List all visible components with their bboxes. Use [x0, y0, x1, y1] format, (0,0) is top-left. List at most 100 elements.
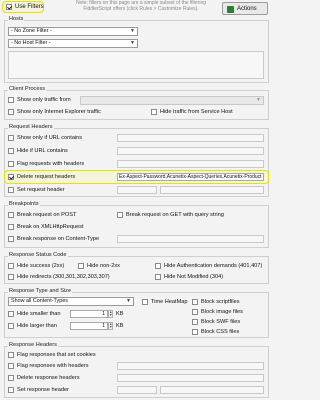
break-xmlhttp-label: Break on XMLHttpRequest: [17, 223, 84, 230]
filters-note-text: Note: filters on this page are a simple …: [75, 0, 207, 12]
flag-requests-headers-label: Flag requests with headers: [17, 160, 85, 167]
response-status-title: Response Status Code: [8, 252, 68, 258]
set-request-header-value[interactable]: [160, 186, 264, 194]
block-css-label: Block CSS files: [201, 328, 240, 335]
show-only-traffic-from-checkbox[interactable]: [8, 97, 14, 103]
hide-larger-unit: KB: [116, 322, 124, 329]
delete-resp-headers-checkbox[interactable]: [8, 375, 14, 381]
hosts-list-textbox[interactable]: [8, 51, 264, 79]
hide-larger-spinner[interactable]: ▲ ▼: [108, 322, 113, 330]
delete-request-headers-checkbox[interactable]: [8, 174, 14, 180]
hide-smaller-value: 1: [102, 311, 105, 317]
hide-service-host-label: Hide traffic from Service Host: [160, 108, 233, 115]
hide-redirects-label: Hide redirects (300,301,302,303,307): [17, 273, 110, 280]
set-resp-header-name[interactable]: [117, 386, 157, 394]
show-only-traffic-from-label: Show only traffic from: [17, 96, 71, 103]
hide-not-modified-label: Hide Not Modified (304): [164, 273, 224, 280]
host-filter-value: - No Host Filter -: [11, 40, 51, 46]
request-headers-title: Request Headers: [8, 124, 54, 130]
hide-larger-checkbox[interactable]: [8, 323, 14, 329]
chevron-down-icon: ▼: [126, 298, 131, 304]
hide-redirects-checkbox[interactable]: [8, 274, 14, 280]
hide-service-host-checkbox[interactable]: [151, 109, 157, 115]
host-filter-select[interactable]: - No Host Filter - ▼: [8, 39, 138, 48]
flag-resp-headers-checkbox[interactable]: [8, 363, 14, 369]
delete-request-headers-value: Ex-Aspect-Password,Acunetix-Aspect-Queri…: [119, 174, 262, 180]
flag-resp-headers-label: Flag responses with headers: [17, 362, 89, 369]
hide-not-modified-checkbox[interactable]: [155, 274, 161, 280]
break-post-label: Break request on POST: [17, 211, 77, 218]
actions-icon: [227, 5, 234, 13]
flag-resp-headers-textbox[interactable]: [117, 362, 264, 370]
use-filters-checkbox[interactable]: [6, 4, 12, 10]
show-only-ie-checkbox[interactable]: [8, 109, 14, 115]
delete-resp-headers-label: Delete response headers: [17, 374, 80, 381]
hide-success-label: Hide success (2xx): [17, 262, 65, 269]
use-filters-label: Use Filters: [15, 3, 44, 10]
content-types-value: Show all Content-Types: [11, 298, 68, 304]
filters-note: Note: filters on this page are a simple …: [66, 0, 216, 12]
block-script-label: Block scriptfiles: [201, 298, 240, 305]
hide-auth-demands-checkbox[interactable]: [155, 263, 161, 269]
content-types-select[interactable]: Show all Content-Types ▼: [8, 297, 134, 306]
block-css-checkbox[interactable]: [192, 329, 198, 335]
chevron-down-icon: ▼: [256, 97, 261, 103]
delete-resp-headers-textbox[interactable]: [117, 374, 264, 382]
hide-auth-demands-label: Hide Authentication demands (401,407): [164, 262, 263, 269]
break-get-query-checkbox[interactable]: [117, 212, 123, 218]
break-post-checkbox[interactable]: [8, 212, 14, 218]
actions-label: Actions: [237, 5, 257, 12]
block-script-checkbox[interactable]: [192, 299, 198, 305]
hide-if-url-contains-label: Hide if URL contains: [17, 147, 68, 154]
block-swf-label: Block SWF files: [201, 318, 241, 325]
block-image-label: Block image files: [201, 308, 243, 315]
actions-button[interactable]: Actions: [222, 2, 268, 15]
hide-larger-input[interactable]: 1: [70, 322, 108, 330]
response-headers-title: Response Headers: [8, 342, 58, 348]
hide-smaller-checkbox[interactable]: [8, 311, 14, 317]
break-content-type-label: Break response on Content-Type: [17, 235, 100, 242]
hide-smaller-unit: KB: [116, 310, 124, 317]
show-if-url-contains-label: Show only if URL contains: [17, 134, 83, 141]
response-type-title: Response Type and Size: [8, 288, 73, 294]
set-request-header-label: Set request header: [17, 186, 65, 193]
hide-smaller-input[interactable]: 1: [70, 310, 108, 318]
block-swf-checkbox[interactable]: [192, 319, 198, 325]
flag-set-cookies-label: Flag responses that set cookies: [17, 351, 96, 358]
flag-set-cookies-checkbox[interactable]: [8, 352, 14, 358]
hide-larger-value: 1: [102, 323, 105, 329]
set-resp-header-label: Set response header: [17, 386, 69, 393]
process-select[interactable]: ▼: [80, 96, 264, 105]
time-heatmap-label: Time HeatMap: [151, 298, 188, 305]
time-heatmap-checkbox[interactable]: [142, 299, 148, 305]
set-request-header-name[interactable]: [117, 186, 157, 194]
flag-requests-textbox[interactable]: [117, 160, 264, 168]
show-if-url-contains-checkbox[interactable]: [8, 135, 14, 141]
hide-smaller-label: Hide smaller than: [17, 310, 61, 317]
hide-non-2xx-checkbox[interactable]: [78, 263, 84, 269]
hide-non-2xx-label: Hide non-2xx: [87, 262, 120, 269]
hosts-group-title: Hosts: [8, 16, 25, 22]
zone-filter-value: - No Zone Filter -: [11, 28, 52, 34]
hide-smaller-spinner[interactable]: ▲ ▼: [108, 310, 113, 318]
hide-url-textbox[interactable]: [117, 147, 264, 155]
set-request-header-checkbox[interactable]: [8, 187, 14, 193]
break-content-type-checkbox[interactable]: [8, 236, 14, 242]
hide-larger-label: Hide larger than: [17, 322, 57, 329]
client-process-title: Client Process: [8, 86, 47, 92]
breakpoints-title: Breakpoints: [8, 201, 40, 207]
flag-requests-headers-checkbox[interactable]: [8, 161, 14, 167]
set-resp-header-value[interactable]: [160, 386, 264, 394]
hide-if-url-contains-checkbox[interactable]: [8, 148, 14, 154]
break-xmlhttp-checkbox[interactable]: [8, 224, 14, 230]
hide-success-checkbox[interactable]: [8, 263, 14, 269]
zone-filter-select[interactable]: - No Zone Filter - ▼: [8, 27, 138, 36]
chevron-down-icon: ▼: [130, 40, 135, 46]
block-image-checkbox[interactable]: [192, 309, 198, 315]
show-url-textbox[interactable]: [117, 134, 264, 142]
break-content-type-textbox[interactable]: [117, 235, 264, 243]
delete-request-headers-textbox[interactable]: Ex-Aspect-Password,Acunetix-Aspect-Queri…: [117, 173, 264, 181]
set-resp-header-checkbox[interactable]: [8, 387, 14, 393]
show-only-ie-label: Show only Internet Explorer traffic: [17, 108, 101, 115]
client-process-group: [4, 90, 269, 120]
